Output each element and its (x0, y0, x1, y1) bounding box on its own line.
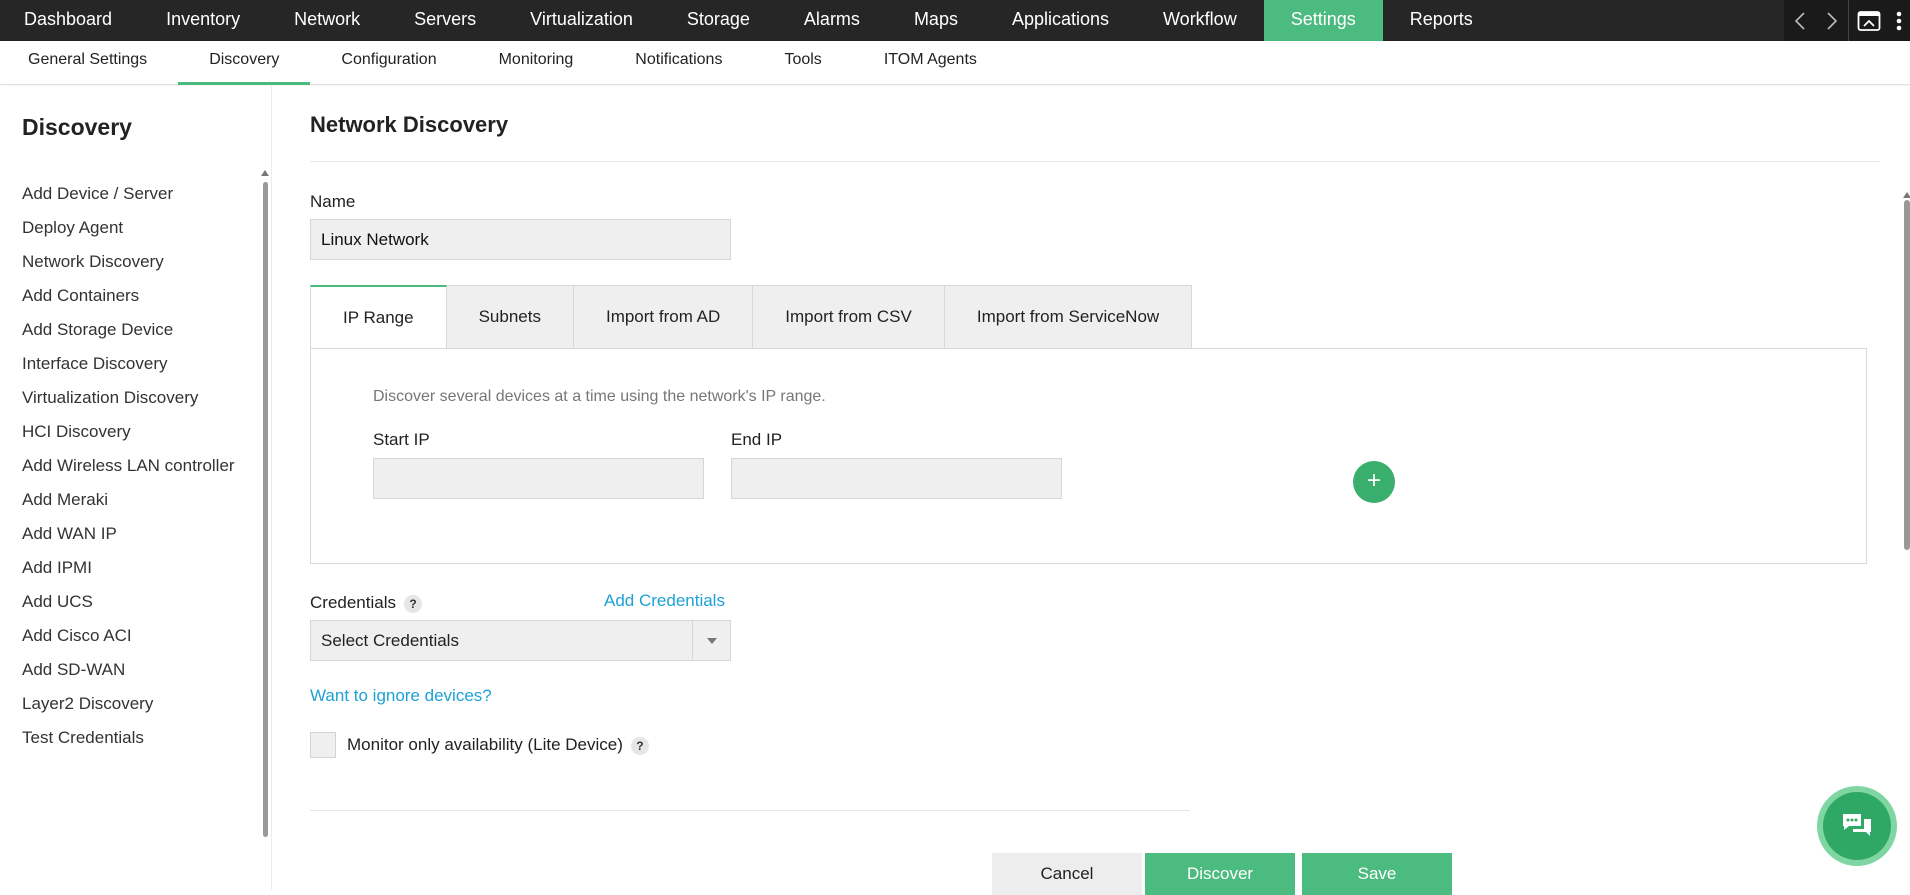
network-discovery-panel: Network Discovery Name IP Range Subnets … (272, 86, 1910, 895)
topnav-controls (1784, 0, 1910, 41)
end-ip-label: End IP (731, 430, 783, 449)
tab-import-from-servicenow[interactable]: Import from ServiceNow (944, 285, 1193, 349)
start-ip-input[interactable] (373, 458, 704, 499)
page-scroll-up-icon[interactable] (1903, 192, 1910, 198)
topnav-item-storage[interactable]: Storage (660, 0, 777, 41)
sidebar-title: Discovery (22, 114, 132, 140)
lite-device-checkbox[interactable] (310, 732, 336, 758)
lite-device-help-icon[interactable]: ? (630, 736, 649, 755)
chevron-down-icon (692, 621, 730, 660)
sidebar-item-add-meraki[interactable]: Add Meraki (22, 482, 242, 516)
topnav-item-network[interactable]: Network (267, 0, 387, 41)
chevron-left-icon[interactable] (1784, 0, 1816, 41)
topnav-item-applications[interactable]: Applications (985, 0, 1136, 41)
topnav-item-workflow[interactable]: Workflow (1136, 0, 1264, 41)
ip-range-panel: Discover several devices at a time using… (310, 348, 1867, 564)
tab-subnets[interactable]: Subnets (446, 285, 574, 349)
sidebar-item-deploy-agent[interactable]: Deploy Agent (22, 210, 242, 244)
title-divider (310, 161, 1880, 162)
window-icon[interactable] (1848, 0, 1888, 41)
start-ip-label: Start IP (373, 430, 430, 449)
end-ip-input[interactable] (731, 458, 1062, 499)
sidebar-item-add-wireless-lan-controller[interactable]: Add Wireless LAN controller (22, 448, 242, 482)
sidebar-item-virtualization-discovery[interactable]: Virtualization Discovery (22, 380, 242, 414)
main-content: Network Discovery Name IP Range Subnets … (272, 86, 1910, 895)
sidebar-item-add-sd-wan[interactable]: Add SD-WAN (22, 652, 242, 686)
save-button[interactable]: Save (1302, 853, 1452, 895)
name-input[interactable] (310, 219, 731, 260)
cancel-button[interactable]: Cancel (992, 853, 1142, 895)
discover-button[interactable]: Discover (1145, 853, 1295, 895)
topnav-item-settings[interactable]: Settings (1263, 0, 1383, 41)
name-label: Name (310, 192, 356, 211)
subnav-item-itom-agents[interactable]: ITOM Agents (853, 41, 1008, 85)
chevron-right-icon[interactable] (1816, 0, 1848, 41)
sidebar-item-layer2-discovery[interactable]: Layer2 Discovery (22, 686, 242, 720)
page-title: Network Discovery (310, 112, 509, 137)
more-vertical-icon[interactable] (1888, 0, 1910, 41)
subnav-item-notifications[interactable]: Notifications (604, 41, 753, 85)
subnav-item-monitoring[interactable]: Monitoring (468, 41, 605, 85)
topnav-item-virtualization[interactable]: Virtualization (503, 0, 660, 41)
topnav-item-reports[interactable]: Reports (1383, 0, 1500, 41)
tab-import-from-ad[interactable]: Import from AD (573, 285, 754, 349)
chat-button[interactable] (1817, 786, 1897, 866)
credentials-label: Credentials (310, 593, 396, 612)
sidebar-item-add-containers[interactable]: Add Containers (22, 278, 242, 312)
credentials-select-value: Select Credentials (321, 631, 459, 650)
sidebar-item-test-credentials[interactable]: Test Credentials (22, 720, 242, 754)
topnav-item-dashboard[interactable]: Dashboard (0, 0, 139, 41)
credentials-label-row: Credentials? (310, 593, 422, 613)
sidebar-item-add-ipmi[interactable]: Add IPMI (22, 550, 242, 584)
top-navigation: Dashboard Inventory Network Servers Virt… (0, 0, 1910, 41)
sidebar-scrollbar[interactable] (263, 182, 268, 837)
credentials-select[interactable]: Select Credentials (310, 620, 731, 661)
lite-device-label-row: Monitor only availability (Lite Device)? (347, 735, 649, 755)
topnav-item-inventory[interactable]: Inventory (139, 0, 267, 41)
sidebar-item-add-storage-device[interactable]: Add Storage Device (22, 312, 242, 346)
chat-bubble-icon (1823, 792, 1891, 860)
sidebar-item-add-wan-ip[interactable]: Add WAN IP (22, 516, 242, 550)
ignore-devices-link[interactable]: Want to ignore devices? (310, 686, 492, 706)
lite-device-label: Monitor only availability (Lite Device) (347, 735, 623, 754)
sidebar-item-add-cisco-aci[interactable]: Add Cisco ACI (22, 618, 242, 652)
page-scrollbar[interactable] (1904, 200, 1910, 550)
topnav-item-maps[interactable]: Maps (887, 0, 985, 41)
ip-range-description: Discover several devices at a time using… (373, 388, 826, 405)
subnav-item-discovery[interactable]: Discovery (178, 41, 311, 85)
topnav-item-servers[interactable]: Servers (387, 0, 503, 41)
tab-ip-range[interactable]: IP Range (310, 285, 447, 349)
sidebar-item-add-ucs[interactable]: Add UCS (22, 584, 242, 618)
discovery-tabs: IP Range Subnets Import from AD Import f… (310, 285, 1193, 349)
credentials-help-icon[interactable]: ? (404, 594, 422, 613)
sidebar-item-network-discovery[interactable]: Network Discovery (22, 244, 242, 278)
tab-import-from-csv[interactable]: Import from CSV (753, 285, 945, 349)
sidebar-item-add-device-server[interactable]: Add Device / Server (22, 176, 242, 210)
subnav-item-tools[interactable]: Tools (753, 41, 852, 85)
topnav-item-alarms[interactable]: Alarms (777, 0, 887, 41)
subnav-item-configuration[interactable]: Configuration (310, 41, 467, 85)
form-divider (310, 810, 1190, 811)
sidebar-list: Add Device / Server Deploy Agent Network… (22, 176, 242, 754)
sub-navigation: General Settings Discovery Configuration… (0, 41, 1910, 85)
sidebar-item-hci-discovery[interactable]: HCI Discovery (22, 414, 242, 448)
subnav-item-general-settings[interactable]: General Settings (0, 41, 178, 85)
sidebar: Discovery Add Device / Server Deploy Age… (0, 86, 272, 890)
add-ip-range-button[interactable]: + (1353, 461, 1395, 503)
add-credentials-link[interactable]: Add Credentials (604, 591, 725, 611)
sidebar-item-interface-discovery[interactable]: Interface Discovery (22, 346, 242, 380)
sidebar-scroll-up-icon[interactable] (261, 170, 269, 176)
